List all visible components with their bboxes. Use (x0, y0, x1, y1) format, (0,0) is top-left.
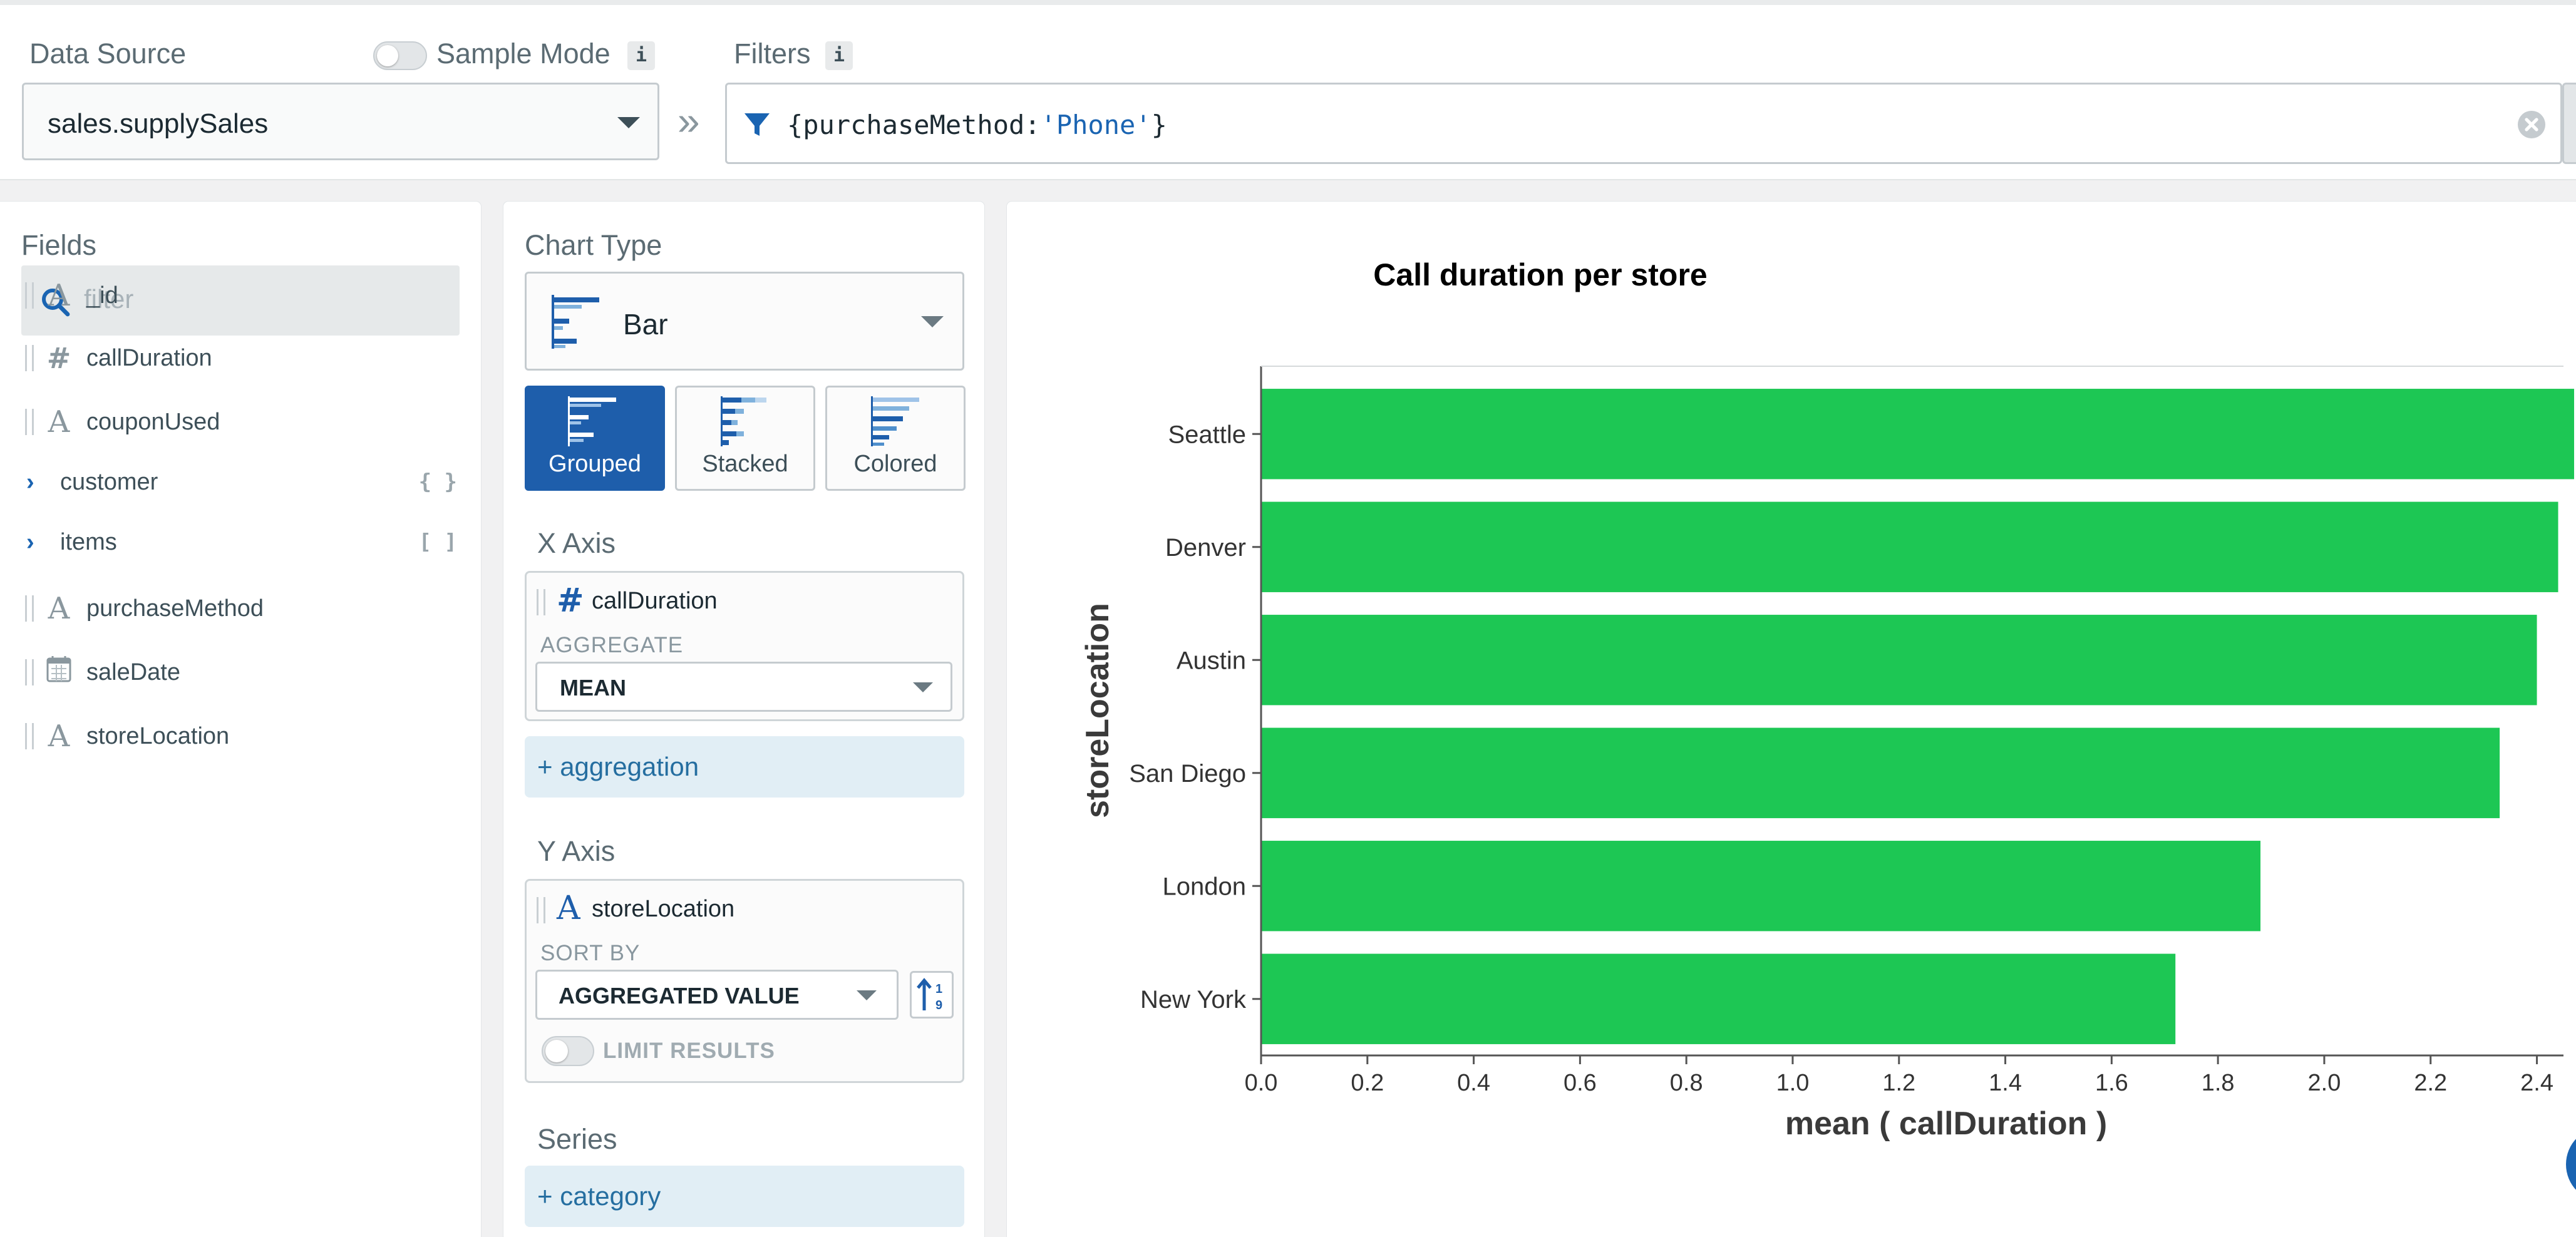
x-tick-label: 0.2 (1351, 1070, 1384, 1096)
x-tick-label: 0.8 (1670, 1070, 1703, 1096)
x-tick-label: 1.0 (1776, 1070, 1810, 1096)
x-tick-label: 1.2 (1882, 1070, 1915, 1096)
x-tick-label: 2.0 (2308, 1070, 2341, 1096)
x-tick-label: 1.4 (1989, 1070, 2022, 1096)
x-tick-label: 0.6 (1564, 1070, 1597, 1096)
y-tick-label: Seattle (1168, 421, 1246, 448)
x-tick-label: 1.6 (2095, 1070, 2128, 1096)
bar-new-york[interactable] (1261, 953, 2176, 1044)
x-tick-label: 2.2 (2414, 1070, 2447, 1096)
y-tick-label: New York (1140, 986, 1247, 1014)
bar-chart: Seattle Denver Austin San Diego London New Yo… (1079, 366, 2574, 1142)
y-tick-label: San Diego (1129, 760, 1246, 788)
x-tick-label: 2.4 (2520, 1070, 2553, 1096)
x-tick-label: 1.8 (2202, 1070, 2235, 1096)
y-tick-label: Austin (1177, 647, 1246, 674)
x-tick-label: 0.4 (1457, 1070, 1490, 1096)
bar-denver[interactable] (1261, 501, 2558, 592)
y-tick-label: Denver (1165, 534, 1246, 562)
bar-austin[interactable] (1261, 615, 2537, 706)
x-tick-label: 0.0 (1245, 1070, 1278, 1096)
y-tick-label: London (1163, 873, 1246, 900)
x-axis-title: mean ( callDuration ) (1785, 1106, 2107, 1142)
bar-london[interactable] (1261, 841, 2261, 932)
bar-san-diego[interactable] (1261, 727, 2500, 818)
bar-seattle[interactable] (1261, 389, 2574, 480)
y-axis-title: storeLocation (1079, 603, 1116, 818)
